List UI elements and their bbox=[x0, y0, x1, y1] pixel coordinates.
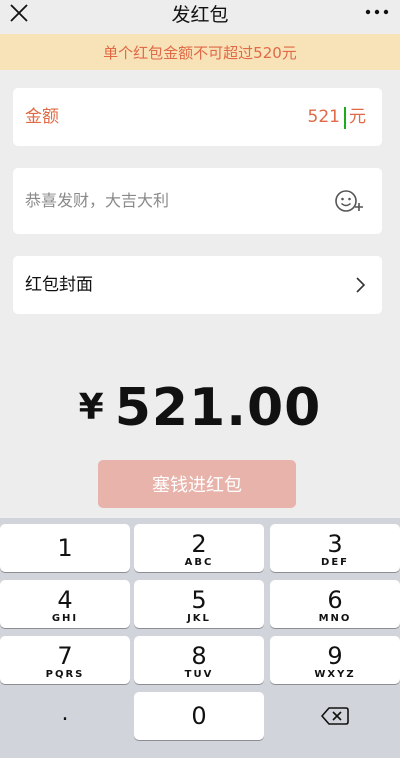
key-6[interactable]: 6 MNO bbox=[270, 580, 400, 628]
emoji-add-icon[interactable] bbox=[334, 188, 364, 214]
currency-symbol: ¥ bbox=[78, 387, 105, 428]
key-7[interactable]: 7 PQRS bbox=[0, 636, 130, 684]
amount-unit: 元 bbox=[349, 107, 366, 127]
backspace-key[interactable] bbox=[270, 692, 400, 740]
more-icon[interactable] bbox=[364, 4, 390, 20]
key-digit: 6 bbox=[327, 586, 343, 614]
key-decimal[interactable]: . bbox=[0, 692, 130, 740]
key-digit: 4 bbox=[57, 586, 73, 614]
key-2[interactable]: 2 ABC bbox=[134, 524, 264, 572]
key-0[interactable]: 0 bbox=[134, 692, 264, 740]
key-letters: TUV bbox=[184, 669, 214, 680]
total-value: 521.00 bbox=[114, 378, 322, 438]
key-letters: GHI bbox=[51, 613, 79, 624]
key-3[interactable]: 3 DEF bbox=[270, 524, 400, 572]
key-8[interactable]: 8 TUV bbox=[134, 636, 264, 684]
key-letters: DEF bbox=[321, 557, 349, 568]
chevron-right-icon bbox=[356, 277, 366, 293]
key-4[interactable]: 4 GHI bbox=[0, 580, 130, 628]
amount-input[interactable]: 521 bbox=[308, 88, 340, 146]
submit-button[interactable]: 塞钱进红包 bbox=[98, 460, 296, 508]
amount-limit-warning: 单个红包金额不可超过520元 bbox=[0, 34, 400, 70]
navigation-bar: 发红包 bbox=[0, 0, 400, 34]
key-1[interactable]: 1 bbox=[0, 524, 130, 572]
amount-field[interactable]: 金额 521 元 bbox=[13, 88, 382, 146]
amount-label: 金额 bbox=[25, 107, 59, 127]
key-letters: ABC bbox=[184, 557, 214, 568]
cover-label: 红包封面 bbox=[25, 275, 93, 295]
numeric-keyboard: 1 2 ABC 3 DEF 4 GHI 5 JKL 6 MNO 7 PQRS 8… bbox=[0, 518, 400, 758]
key-letters: WXYZ bbox=[314, 669, 356, 680]
key-letters: MNO bbox=[318, 613, 352, 624]
key-digit: 7 bbox=[57, 642, 73, 670]
key-digit: . bbox=[61, 701, 69, 726]
greeting-input[interactable]: 恭喜发财，大吉大利 bbox=[25, 168, 169, 234]
cover-row[interactable]: 红包封面 bbox=[13, 256, 382, 314]
key-digit: 9 bbox=[327, 642, 343, 670]
key-digit: 8 bbox=[191, 642, 207, 670]
backspace-icon bbox=[321, 707, 349, 725]
key-5[interactable]: 5 JKL bbox=[134, 580, 264, 628]
key-digit: 3 bbox=[327, 530, 343, 558]
page-title: 发红包 bbox=[171, 4, 229, 26]
key-9[interactable]: 9 WXYZ bbox=[270, 636, 400, 684]
key-digit: 2 bbox=[191, 530, 207, 558]
key-letters: JKL bbox=[187, 613, 211, 624]
key-digit: 0 bbox=[191, 702, 207, 730]
key-digit: 1 bbox=[57, 534, 73, 562]
key-digit: 5 bbox=[191, 586, 207, 614]
key-letters: PQRS bbox=[45, 669, 85, 680]
text-cursor bbox=[344, 107, 346, 129]
greeting-field[interactable]: 恭喜发财，大吉大利 bbox=[13, 168, 382, 234]
total-amount: ¥521.00 bbox=[0, 378, 400, 438]
